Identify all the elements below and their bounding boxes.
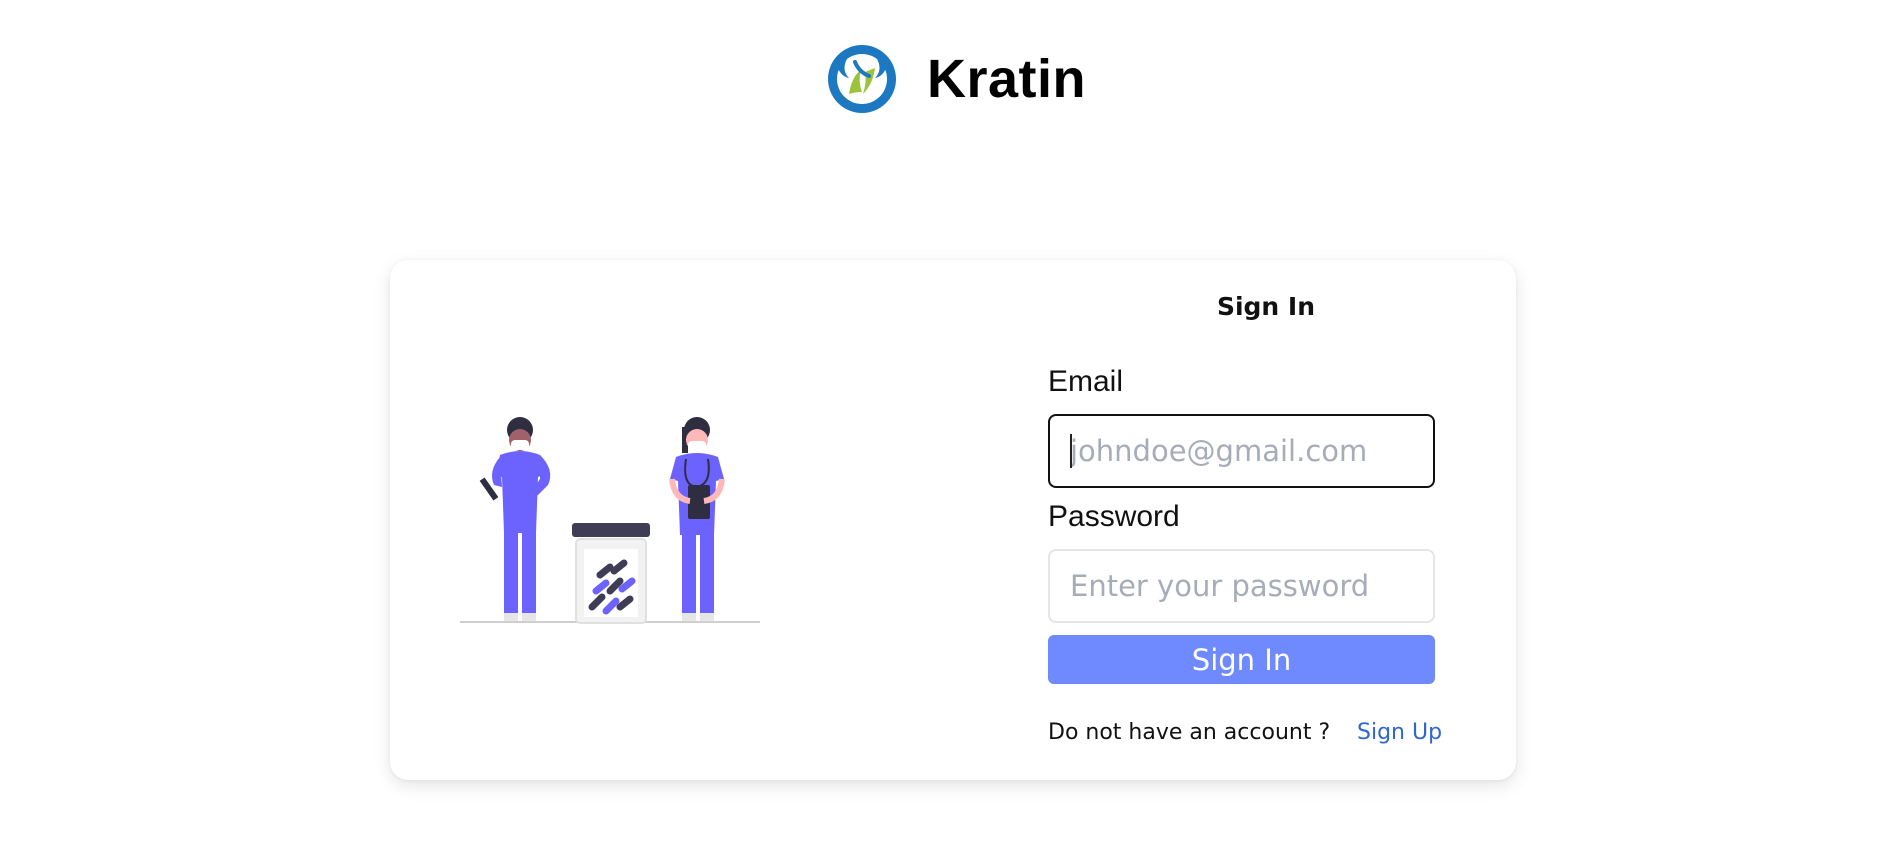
brand-name: Kratin <box>927 49 1087 109</box>
email-field[interactable] <box>1048 414 1435 488</box>
no-account-text: Do not have an account ? <box>1048 720 1331 745</box>
kratin-logo-icon <box>828 45 896 113</box>
sign-in-button[interactable]: Sign In <box>1048 635 1435 684</box>
brand-header: Kratin <box>825 42 1086 116</box>
form-title: Sign In <box>1216 292 1316 321</box>
password-label: Password <box>1048 500 1180 533</box>
sign-up-link[interactable]: Sign Up <box>1357 720 1442 745</box>
password-field[interactable] <box>1048 549 1435 623</box>
sign-in-card <box>390 260 1516 780</box>
text-caret <box>1070 434 1072 468</box>
doctors-pill-jar-illustration <box>460 417 760 624</box>
email-label: Email <box>1048 365 1124 398</box>
